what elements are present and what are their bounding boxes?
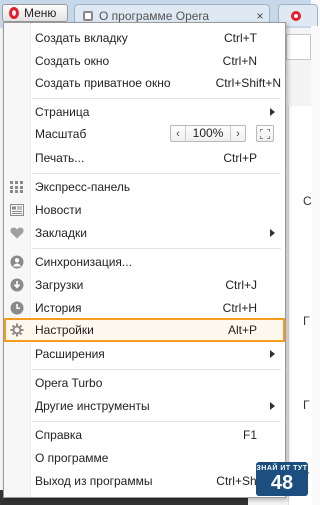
user-icon — [9, 254, 25, 270]
menu-separator — [32, 421, 281, 422]
menu-item-page[interactable]: Страница — [4, 100, 285, 124]
page-content — [288, 106, 312, 505]
watermark-number: 48 — [270, 472, 294, 494]
grid-icon — [9, 179, 25, 195]
heart-icon — [9, 225, 25, 241]
tab-label: О программе Opera — [99, 8, 210, 23]
menu-separator — [32, 369, 281, 370]
menu-item-label: Масштаб — [35, 127, 87, 141]
menu-item-bookmarks[interactable]: Закладки — [4, 221, 285, 245]
menu-item-label: Создать окно — [35, 54, 110, 68]
clock-icon — [9, 300, 25, 316]
menu-item-shortcut: Ctrl+N — [222, 54, 257, 68]
menu-item-news[interactable]: Новости — [4, 198, 285, 222]
fullscreen-icon — [260, 128, 270, 139]
menu-separator — [32, 173, 281, 174]
menu-item-opera-turbo[interactable]: Opera Turbo — [4, 371, 285, 395]
menu-item-label: Печать... — [35, 151, 85, 165]
menu-item-label: Закладки — [35, 226, 87, 240]
menu-item-print[interactable]: Печать... Ctrl+P — [4, 146, 285, 170]
menu-item-extensions[interactable]: Расширения — [4, 342, 285, 366]
menu-separator — [32, 98, 281, 99]
page-favicon-icon — [83, 10, 93, 21]
menu-item-label: Загрузки — [35, 278, 84, 292]
menu-separator — [32, 248, 281, 249]
opera-menu-button[interactable]: Меню — [2, 4, 68, 22]
download-icon — [9, 277, 25, 293]
page-text: С — [303, 194, 312, 208]
menu-item-zoom: Масштаб ‹ 100% › — [4, 122, 285, 146]
menu-item-downloads[interactable]: Загрузки Ctrl+J — [4, 273, 285, 297]
menu-item-shortcut: Ctrl+T — [224, 31, 257, 45]
menu-item-new-private-window[interactable]: Создать приватное окно Ctrl+Shift+N — [4, 71, 285, 95]
submenu-arrow-icon — [270, 350, 275, 358]
menu-item-label: Новости — [35, 203, 82, 217]
menu-item-shortcut: Ctrl+H — [222, 301, 257, 315]
menu-item-label: Opera Turbo — [35, 376, 103, 390]
menu-item-label: Справка — [35, 428, 83, 442]
news-icon — [9, 202, 25, 218]
menu-item-history[interactable]: История Ctrl+H — [4, 296, 285, 320]
menu-item-help[interactable]: Справка F1 — [4, 423, 285, 447]
menu-item-label: Выход из программы — [35, 474, 153, 488]
menu-item-speed-dial[interactable]: Экспресс-панель — [4, 175, 285, 199]
zoom-control: ‹ 100% › — [170, 125, 274, 142]
menu-item-label: Расширения — [35, 347, 105, 361]
zoom-out-button[interactable]: ‹ — [171, 126, 185, 141]
address-bar[interactable] — [286, 34, 311, 60]
page-text: Г — [303, 314, 310, 328]
opera-logo-icon — [9, 7, 19, 19]
menu-item-shortcut: F1 — [242, 428, 257, 442]
menu-item-label: Синхронизация... — [35, 255, 132, 269]
watermark-badge: ЗНАЙ ИТ ТУТ 48 — [256, 462, 308, 496]
menu-item-new-window[interactable]: Создать окно Ctrl+N — [4, 49, 285, 73]
gear-icon — [9, 322, 25, 338]
menu-item-shortcut: Ctrl+Shift+N — [215, 76, 281, 90]
zoom-level: 100% — [185, 126, 231, 141]
submenu-arrow-icon — [270, 108, 275, 116]
menu-item-label: Другие инструменты — [35, 399, 150, 413]
menu-item-label: Создать вкладку — [35, 31, 128, 45]
menu-item-about[interactable]: О программе — [4, 446, 285, 470]
close-tab-icon[interactable]: × — [251, 9, 269, 23]
submenu-arrow-icon — [270, 229, 275, 237]
opera-favicon-icon — [291, 10, 301, 21]
menu-item-settings[interactable]: Настройки Alt+P — [4, 318, 285, 342]
zoom-stepper: ‹ 100% › — [170, 125, 246, 142]
menu-item-shortcut: Ctrl+P — [223, 151, 257, 165]
menu-item-label: О программе — [35, 451, 109, 465]
menu-item-shortcut: Ctrl+J — [225, 278, 257, 292]
menu-item-label: Страница — [35, 105, 90, 119]
menu-item-label: Экспресс-панель — [35, 180, 131, 194]
menu-item-shortcut: Alt+P — [227, 323, 257, 337]
menu-item-new-tab[interactable]: Создать вкладку Ctrl+T — [4, 26, 285, 50]
menu-item-more-tools[interactable]: Другие инструменты — [4, 394, 285, 418]
fullscreen-button[interactable] — [256, 125, 274, 142]
menu-item-exit[interactable]: Выход из программы Ctrl+Shift+X — [4, 469, 285, 493]
menu-item-label: Создать приватное окно — [35, 76, 171, 90]
menu-button-label: Меню — [24, 6, 57, 20]
menu-item-label: Настройки — [35, 323, 94, 337]
page-text: Г — [303, 398, 310, 412]
zoom-in-button[interactable]: › — [231, 126, 245, 141]
menu-item-label: История — [35, 301, 82, 315]
menu-item-sync[interactable]: Синхронизация... — [4, 250, 285, 274]
submenu-arrow-icon — [270, 402, 275, 410]
opera-main-menu: Создать вкладку Ctrl+T Создать окно Ctrl… — [3, 22, 286, 498]
